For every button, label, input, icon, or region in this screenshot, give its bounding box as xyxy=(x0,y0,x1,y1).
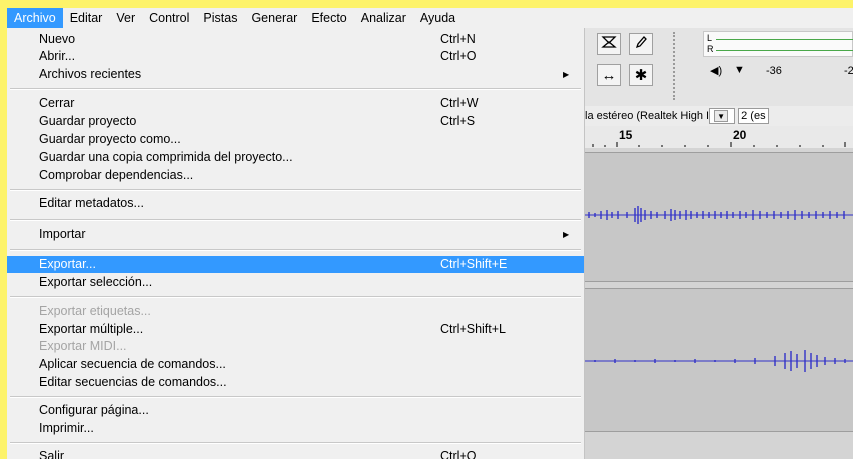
menu-separator xyxy=(10,189,581,191)
audio-track[interactable] xyxy=(585,152,853,282)
menu-separator xyxy=(10,249,581,251)
menu-item-abrir[interactable]: Abrir... Ctrl+O xyxy=(7,48,584,65)
waveform xyxy=(585,206,853,224)
chevron-down-icon[interactable]: ▼ xyxy=(734,64,745,76)
level-meter[interactable]: L R xyxy=(703,31,853,57)
menu-item-exportar-seleccion[interactable]: Exportar selección... xyxy=(7,274,584,291)
menu-bar: Archivo Editar Ver Control Pistas Genera… xyxy=(7,8,853,28)
menu-separator xyxy=(10,396,581,398)
meter-left-bar xyxy=(716,39,853,40)
asterisk-icon: ✱ xyxy=(634,67,648,84)
menu-archivo[interactable]: Archivo xyxy=(7,8,63,28)
time-shift-tool-button[interactable]: ↔ xyxy=(597,64,621,86)
toolbar-grip[interactable] xyxy=(673,32,679,100)
chevron-down-icon: ▼ xyxy=(714,110,729,122)
multi-tool-button[interactable]: ✱ xyxy=(629,64,653,86)
menu-control[interactable]: Control xyxy=(142,8,196,28)
channels-value: 2 (es xyxy=(741,110,766,122)
meter-left-label: L xyxy=(707,33,713,43)
envelope-tool-icon xyxy=(601,34,617,54)
ruler-label: 20 xyxy=(733,128,747,142)
toolbar-area: ↔ ✱ L R ◀) ▼ -36 -2 xyxy=(585,28,853,106)
menu-item-configurar-pagina[interactable]: Configurar página... xyxy=(7,402,584,419)
menu-ayuda[interactable]: Ayuda xyxy=(413,8,462,28)
menu-item-cerrar[interactable]: Cerrar Ctrl+W xyxy=(7,95,584,112)
menu-analizar[interactable]: Analizar xyxy=(354,8,413,28)
audacity-window: Archivo Editar Ver Control Pistas Genera… xyxy=(7,8,853,459)
audio-track[interactable] xyxy=(585,288,853,432)
envelope-tool-button[interactable] xyxy=(597,33,621,55)
menu-item-exportar-midi: Exportar MIDI... xyxy=(39,339,127,353)
db-scale-label: -36 xyxy=(766,65,782,77)
menu-item-guardar-copia[interactable]: Guardar una copia comprimida del proyect… xyxy=(7,149,584,166)
menu-generar[interactable]: Generar xyxy=(244,8,304,28)
menu-separator xyxy=(10,442,581,444)
menu-item-aplicar-secuencia[interactable]: Aplicar secuencia de comandos... xyxy=(7,356,584,373)
menu-item-guardar-proyecto[interactable]: Guardar proyecto Ctrl+S xyxy=(7,113,584,130)
chevron-right-icon: ▶ xyxy=(563,70,570,79)
menu-item-editar-secuencias[interactable]: Editar secuencias de comandos... xyxy=(7,374,584,391)
menu-item-guardar-como[interactable]: Guardar proyecto como... xyxy=(7,131,584,148)
menu-item-salir[interactable]: Salir Ctrl+Q xyxy=(7,448,584,459)
menu-item-nuevo[interactable]: Nuevo Ctrl+N xyxy=(7,31,584,48)
menu-separator xyxy=(10,88,581,90)
speaker-icon[interactable]: ◀) xyxy=(710,64,722,77)
menu-item-editar-metadatos[interactable]: Editar metadatos... xyxy=(7,195,584,212)
menu-editar[interactable]: Editar xyxy=(63,8,110,28)
chevron-right-icon: ▶ xyxy=(563,230,570,239)
menu-item-archivos-recientes[interactable]: Archivos recientes ▶ xyxy=(7,66,584,83)
ruler-label: 15 xyxy=(619,128,633,142)
input-device-label: la estéreo (Realtek High I xyxy=(585,110,710,122)
menu-item-exportar-etiquetas: Exportar etiquetas... xyxy=(39,304,151,318)
menu-item-exportar[interactable]: Exportar... Ctrl+Shift+E xyxy=(7,256,584,273)
db-scale-label: -2 xyxy=(844,65,853,77)
meter-right-label: R xyxy=(707,44,714,54)
archivo-menu: Nuevo Ctrl+N Abrir... Ctrl+O Archivos re… xyxy=(7,28,585,459)
timeline-ruler[interactable]: 15 20 xyxy=(585,126,853,149)
ruler-ticks xyxy=(592,142,846,147)
device-toolbar: la estéreo (Realtek High I ▼ 2 (es xyxy=(585,106,853,126)
input-device-select[interactable]: ▼ xyxy=(709,108,736,124)
draw-tool-button[interactable] xyxy=(629,33,653,55)
waveform xyxy=(585,350,853,372)
menu-item-exportar-multiple[interactable]: Exportar múltiple... Ctrl+Shift+L xyxy=(7,321,584,338)
menu-ver[interactable]: Ver xyxy=(109,8,142,28)
menu-item-comprobar-dependencias[interactable]: Comprobar dependencias... xyxy=(7,167,584,184)
menu-separator xyxy=(10,296,581,298)
menu-item-imprimir[interactable]: Imprimir... xyxy=(7,420,584,437)
pencil-icon xyxy=(634,35,648,53)
menu-efecto[interactable]: Efecto xyxy=(304,8,353,28)
double-arrow-icon: ↔ xyxy=(601,66,617,84)
meter-right-bar xyxy=(716,50,853,51)
menu-item-importar[interactable]: Importar ▶ xyxy=(7,226,584,243)
menu-pistas[interactable]: Pistas xyxy=(196,8,244,28)
channels-select[interactable]: 2 (es xyxy=(738,108,769,124)
menu-separator xyxy=(10,219,581,221)
track-area[interactable] xyxy=(585,148,853,459)
